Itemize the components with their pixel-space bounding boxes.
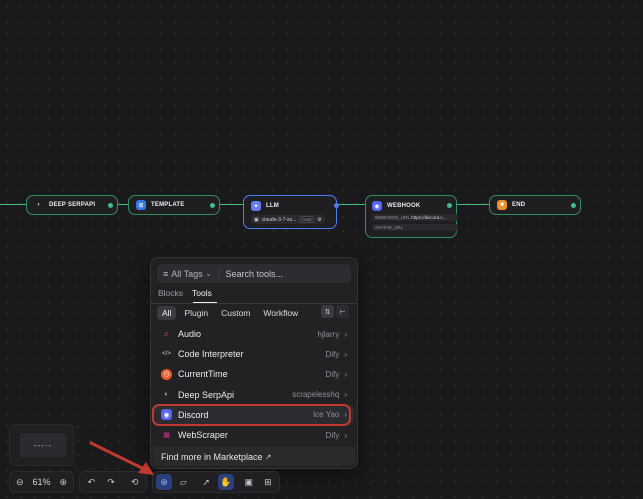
node-end[interactable]: ■ END: [489, 195, 581, 215]
tool-author: Dify: [326, 370, 340, 379]
clock-icon: ◷: [161, 369, 172, 380]
picker-tabs: Blocks Tools: [158, 288, 212, 298]
audio-icon: ♬: [161, 329, 172, 340]
external-link-icon: ↗: [266, 453, 272, 461]
zoom-in-icon[interactable]: ⊕: [57, 474, 70, 490]
search-bar: ≡ All Tags ⌄: [157, 264, 351, 283]
model-chip[interactable]: ▣ claude-3-7-so... CHAT ⚙: [251, 215, 325, 224]
node-template[interactable]: ⊞ TEMPLATE: [128, 195, 220, 215]
webscraper-icon: ▦: [161, 430, 172, 441]
export-image-icon[interactable]: ▣: [241, 474, 257, 490]
node-status-dot: [334, 203, 339, 208]
webhook-avatar-row: AVATAR_URL: [372, 224, 458, 231]
hand-icon[interactable]: ✋: [218, 474, 234, 490]
sort-icon[interactable]: ⇅: [321, 305, 334, 318]
tool-name: Deep SerpApi: [178, 390, 292, 400]
discord-highlight-annotation: [152, 404, 351, 426]
filter-all[interactable]: All: [157, 306, 176, 320]
tool-item-webscraper[interactable]: ▦ WebScraper Dify ›: [154, 425, 354, 445]
chevron-right-icon: ›: [344, 350, 347, 359]
tool-author: scrapelesshq: [292, 390, 339, 399]
annotation-arrow: [88, 440, 158, 480]
tool-item-code-interpreter[interactable]: </> Code Interpreter Dify ›: [154, 344, 354, 364]
node-status-dot: [571, 203, 576, 208]
zoom-level[interactable]: 61%: [29, 477, 53, 487]
edge-webhook-to-end: [457, 204, 489, 205]
note-icon[interactable]: ▱: [175, 474, 191, 490]
discord-icon: ◉: [372, 201, 382, 211]
minimap[interactable]: ---·-: [9, 424, 74, 466]
zoom-out-icon[interactable]: ⊖: [13, 474, 26, 490]
webhook-url-value: https://discord.c...: [411, 215, 446, 220]
model-name: claude-3-7-so...: [262, 217, 297, 223]
tool-item-deep-serpapi[interactable]: ◐ Deep SerpApi scrapelesshq ›: [154, 385, 354, 405]
tool-author: hjlarry: [318, 330, 340, 339]
layout-icon[interactable]: ⊞: [260, 474, 276, 490]
node-title: WEBHOOK: [387, 203, 420, 209]
llm-icon: ✦: [251, 201, 261, 211]
tool-name: WebScraper: [178, 430, 326, 440]
zoom-toolbar: ⊖ 61% ⊕: [9, 471, 74, 493]
marketplace-label: Find more in Marketplace: [161, 452, 263, 462]
view-toggle: ⇅ ⊢: [321, 305, 349, 318]
node-webhook[interactable]: ◉ WEBHOOK WEBHOOK_URL https://discord.c.…: [365, 195, 457, 238]
tool-author: Dify: [326, 350, 340, 359]
webhook-url-label: WEBHOOK_URL: [375, 215, 410, 220]
node-title: TEMPLATE: [151, 202, 185, 208]
tool-name: CurrentTime: [178, 369, 326, 379]
model-settings-icon: ⚙: [317, 217, 321, 223]
edge-template-to-llm: [220, 204, 243, 205]
edge-line-start: [0, 204, 26, 205]
webhook-avatar-label: AVATAR_URL: [375, 225, 403, 230]
tags-dropdown[interactable]: ≡ All Tags ⌄: [157, 268, 219, 280]
tab-tools[interactable]: Tools: [192, 288, 212, 298]
template-icon: ⊞: [136, 200, 146, 210]
tabs-divider: [151, 303, 357, 304]
tool-name: Code Interpreter: [178, 349, 326, 359]
filter-plugin[interactable]: Plugin: [179, 306, 213, 320]
node-status-dot: [447, 203, 452, 208]
minimap-preview: ---·-: [20, 433, 66, 457]
chevron-right-icon: ›: [344, 370, 347, 379]
filter-custom[interactable]: Custom: [216, 306, 255, 320]
canvas-toolbar: ⊕ ▱ ➚ ✋ ▣ ⊞: [152, 471, 280, 493]
chevron-down-icon: ⌄: [206, 270, 212, 278]
edge-llm-to-webhook: [337, 204, 365, 205]
tool-item-audio[interactable]: ♬ Audio hjlarry ›: [154, 324, 354, 344]
node-status-dot: [210, 203, 215, 208]
serpapi-icon: ◐: [34, 200, 44, 210]
add-node-icon[interactable]: ⊕: [156, 474, 172, 490]
pointer-icon[interactable]: ➚: [198, 474, 214, 490]
tags-label: All Tags: [171, 269, 202, 279]
node-title: LLM: [266, 203, 279, 209]
serpapi-icon: ◐: [161, 389, 172, 400]
code-icon: </>: [161, 349, 172, 360]
marketplace-link[interactable]: Find more in Marketplace ↗: [153, 447, 355, 466]
model-mode-badge: CHAT: [299, 216, 314, 223]
webhook-url-row: WEBHOOK_URL https://discord.c...: [372, 214, 458, 221]
tool-item-currenttime[interactable]: ◷ CurrentTime Dify ›: [154, 364, 354, 384]
search-input[interactable]: [219, 269, 339, 279]
type-filters: All Plugin Custom Workflow: [157, 306, 303, 320]
tool-list: ♬ Audio hjlarry › </> Code Interpreter D…: [154, 324, 354, 445]
tool-name: Audio: [178, 329, 318, 339]
model-icon: ▣: [254, 217, 259, 223]
node-status-dot: [108, 203, 113, 208]
tool-author: Dify: [326, 431, 340, 440]
node-deep-serpapi[interactable]: ◐ DEEP SERPAPI: [26, 195, 118, 215]
filter-icon: ≡: [163, 269, 168, 279]
edge-deep-to-template: [118, 204, 128, 205]
node-title: END: [512, 202, 525, 208]
end-icon: ■: [497, 200, 507, 210]
chevron-right-icon: ›: [344, 431, 347, 440]
node-title: DEEP SERPAPI: [49, 202, 95, 208]
chevron-right-icon: ›: [344, 330, 347, 339]
tool-picker-panel: ≡ All Tags ⌄ Blocks Tools All Plugin Cus…: [150, 257, 358, 469]
tree-view-icon[interactable]: ⊢: [336, 305, 349, 318]
chevron-right-icon: ›: [344, 390, 347, 399]
filter-workflow[interactable]: Workflow: [258, 306, 303, 320]
tab-blocks[interactable]: Blocks: [158, 288, 183, 298]
node-llm[interactable]: ✦ LLM ▣ claude-3-7-so... CHAT ⚙: [243, 195, 337, 229]
